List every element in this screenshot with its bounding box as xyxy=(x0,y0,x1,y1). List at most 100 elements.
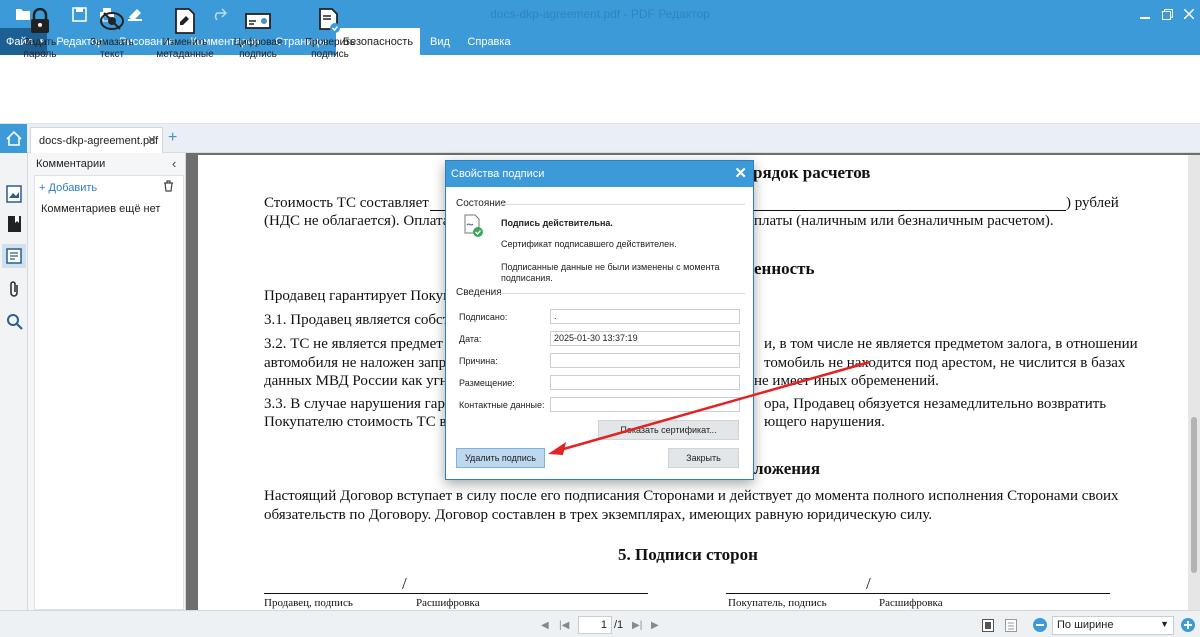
paragraph-3-2: 3.2. ТС не является предмет xyxy=(264,336,443,352)
comments-panel-icon[interactable] xyxy=(2,244,26,268)
add-comment-label: Добавить xyxy=(48,182,98,194)
empty-comments-text: Комментариев ещё нет xyxy=(41,203,161,215)
data-unchanged-text: Подписанные данные не были изменены с мо… xyxy=(501,262,720,283)
reason-field[interactable] xyxy=(550,353,740,368)
comments-panel-title: Комментарии xyxy=(36,158,106,170)
redact-button[interactable]: Замазать текст xyxy=(86,8,138,61)
close-tab-icon[interactable]: ✕ xyxy=(147,133,157,147)
signature-properties-dialog: Свойства подписи ✕ Состояние Подпись дей… xyxy=(445,160,754,480)
zoom-value: По ширине xyxy=(1057,619,1114,631)
document-tab-label: docs-dkp-agreement.pdf xyxy=(39,134,159,147)
paragraph-price-tail: ) рублей xyxy=(1066,195,1119,211)
home-icon[interactable] xyxy=(0,124,27,153)
verify-document-icon xyxy=(317,8,343,34)
buyer-signature-line xyxy=(726,593,1110,594)
paragraph-price: Стоимость ТС составляет xyxy=(264,195,429,211)
redact-label: Замазать текст xyxy=(90,37,134,60)
location-field[interactable] xyxy=(550,375,740,390)
minimize-icon[interactable] xyxy=(1136,5,1154,23)
window-title: docs-dkp-agreement.pdf - PDF Редактор xyxy=(490,7,710,21)
set-password-button[interactable]: Задать пароль xyxy=(14,8,66,61)
paragraph-guarantee: Продавец гарантирует Покуп xyxy=(264,288,452,304)
state-section-label: Состояние xyxy=(456,198,506,209)
plus-icon: + xyxy=(39,182,46,194)
location-label: Размещение: xyxy=(459,378,515,388)
scrollbar-thumb[interactable] xyxy=(1191,417,1197,573)
paragraph-vat-tail: платы (наличным или безналичным расчетом… xyxy=(754,213,1054,229)
signed-by-field[interactable]: . xyxy=(550,309,740,324)
signature-slash: / xyxy=(402,574,407,593)
paragraph-3-2-l2-tail: томобиль не находится под арестом, не чи… xyxy=(764,355,1126,371)
close-window-icon[interactable] xyxy=(1180,5,1198,23)
reason-label: Причина: xyxy=(459,356,498,366)
section-heading-final: ложения xyxy=(754,459,821,478)
chevron-down-icon: ▼ xyxy=(1160,619,1169,629)
paragraph-3-2-l3-tail: не имеет иных обременений. xyxy=(754,373,939,389)
zoom-in-icon[interactable] xyxy=(1180,617,1196,633)
paragraph-3-3-l2: Покупателю стоимость ТС в xyxy=(264,414,447,430)
paragraph-3-2-l2: автомобиля не наложен запр xyxy=(264,355,447,371)
comments-panel: Комментарии ‹ + Добавить Комментариев ещ… xyxy=(28,153,186,610)
blank-line xyxy=(754,210,1066,211)
paragraph-3-3: 3.3. В случае нарушения гара xyxy=(264,396,452,412)
date-field[interactable]: 2025-01-30 13:37:19 xyxy=(550,331,740,346)
show-certificate-button[interactable]: Показать сертификат... xyxy=(598,420,739,440)
close-dialog-icon[interactable]: ✕ xyxy=(734,164,747,182)
buyer-label: Покупатель, подпись xyxy=(728,597,827,609)
attachment-icon[interactable] xyxy=(2,277,26,301)
paragraph-3-3-tail: ора, Продавец обязуется незамедлительно … xyxy=(764,396,1107,412)
vertical-scrollbar[interactable] xyxy=(1188,155,1200,610)
zoom-select[interactable]: По ширине ▼ xyxy=(1052,616,1174,635)
signed-by-label: Подписано: xyxy=(459,312,508,322)
verify-signature-label: Проверить подпись xyxy=(304,37,355,60)
certificate-valid-text: Сертификат подписавшего действителен. xyxy=(501,239,677,249)
blank-line xyxy=(430,210,446,211)
paragraph-3-1: 3.1. Продавец является собст xyxy=(264,312,450,328)
add-comment-button[interactable]: + Добавить xyxy=(39,182,97,194)
divider xyxy=(500,204,745,205)
close-button[interactable]: Закрыть xyxy=(668,448,739,468)
paragraph-copies: обязательств по Договору. Договор состав… xyxy=(264,507,933,523)
date-label: Дата: xyxy=(459,334,482,344)
last-page-icon[interactable]: ▶| xyxy=(632,620,642,631)
remove-signature-button[interactable]: Удалить подпись xyxy=(456,448,545,468)
restore-icon[interactable] xyxy=(1158,5,1176,23)
ribbon xyxy=(0,55,1200,124)
contact-field[interactable] xyxy=(550,397,740,412)
document-tab-bar xyxy=(0,124,1200,153)
buyer-decode-label: Расшифровка xyxy=(879,597,943,609)
signature-slash: / xyxy=(866,574,871,593)
paragraph-vat: (НДС не облагается). Оплата xyxy=(264,213,450,229)
zoom-out-icon[interactable] xyxy=(1032,617,1048,633)
search-icon[interactable] xyxy=(2,309,26,333)
edit-metadata-button[interactable]: Изменить метаданные xyxy=(154,8,216,61)
bookmarks-icon[interactable] xyxy=(2,212,26,236)
verify-signature-button[interactable]: Проверить подпись xyxy=(302,8,358,61)
seller-decode-label: Расшифровка xyxy=(416,597,480,609)
signature-valid-text: Подпись действительна. xyxy=(501,218,613,228)
metadata-icon xyxy=(172,8,198,34)
page-total: /1 xyxy=(614,619,624,631)
two-page-view-icon[interactable] xyxy=(1003,617,1019,633)
prev-section-icon[interactable]: ◀ xyxy=(541,620,549,631)
edit-metadata-label: Изменить метаданные xyxy=(156,37,214,60)
paragraph-3-2-tail: и, в том числе не является предметом зал… xyxy=(764,336,1138,352)
first-page-icon[interactable]: |◀ xyxy=(559,620,569,631)
certificate-icon xyxy=(245,8,271,34)
eye-slash-icon xyxy=(99,8,125,34)
add-tab-icon[interactable]: + xyxy=(168,129,177,147)
thumbnails-icon[interactable] xyxy=(2,182,26,206)
comments-list: + Добавить Комментариев ещё нет xyxy=(34,175,184,610)
page-number-input[interactable]: 1 xyxy=(578,616,612,634)
info-section-label: Сведения xyxy=(456,287,502,298)
trash-icon[interactable] xyxy=(163,180,174,195)
tab-help[interactable]: Справка xyxy=(460,28,518,55)
single-page-view-icon[interactable] xyxy=(980,617,996,633)
divider xyxy=(500,293,745,294)
digital-signature-button[interactable]: Цифровая подпись xyxy=(232,8,284,61)
section-heading-signatures: 5. Подписи сторон xyxy=(618,545,758,564)
document-tab[interactable]: docs-dkp-agreement.pdf ✕ xyxy=(30,127,163,153)
collapse-panel-icon[interactable]: ‹ xyxy=(172,156,176,171)
next-section-icon[interactable]: ▶ xyxy=(651,620,659,631)
tab-view[interactable]: Вид xyxy=(423,28,457,55)
